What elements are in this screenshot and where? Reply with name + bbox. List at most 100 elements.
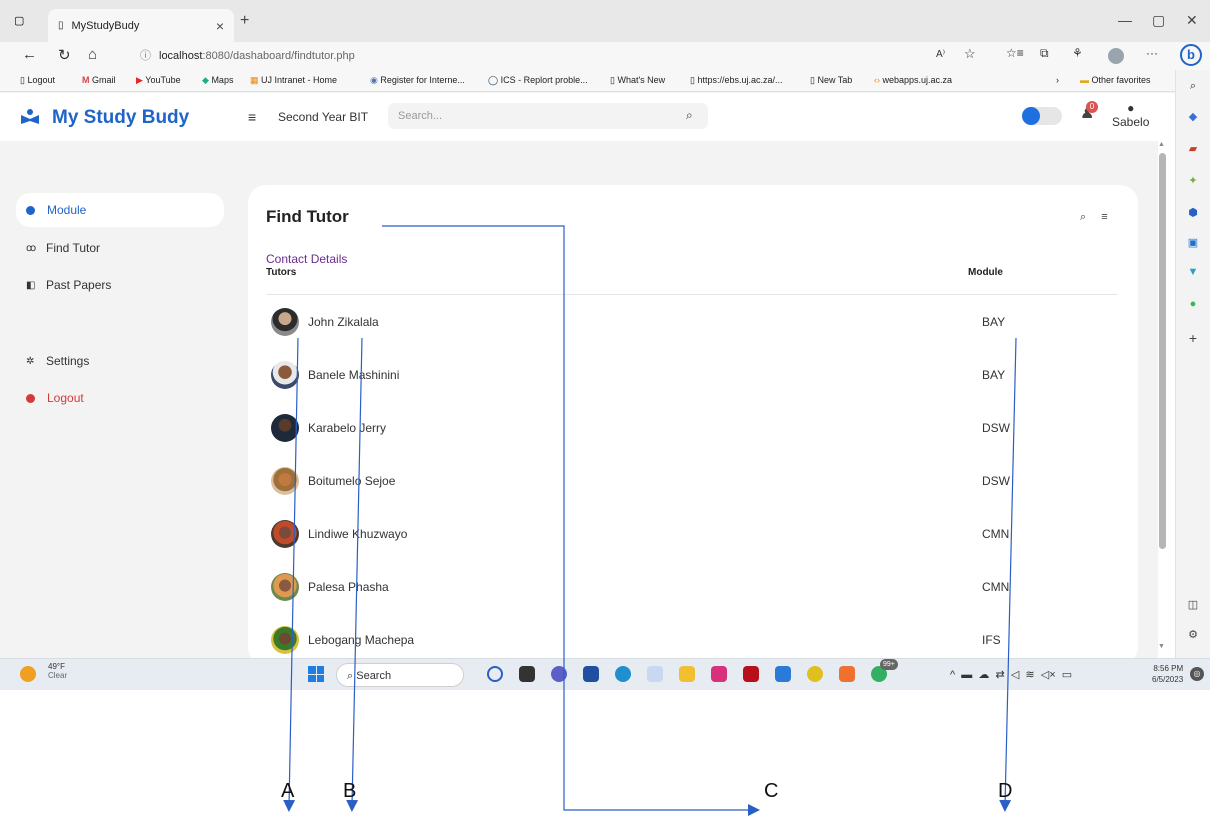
edge-icon[interactable] <box>615 666 631 682</box>
search-input[interactable] <box>388 103 708 129</box>
windows-start-icon[interactable] <box>308 666 324 682</box>
tutor-name: Lindiwe Khuzwayo <box>308 527 408 541</box>
media-icon[interactable] <box>647 666 663 682</box>
xampp-icon[interactable] <box>839 666 855 682</box>
refresh-icon[interactable]: ↻ <box>58 46 71 64</box>
bing-icon[interactable] <box>487 666 503 682</box>
url-field[interactable]: ⓘ localhost:8080/dashaboard/findtutor.php <box>130 45 975 67</box>
table-row[interactable]: Lindiwe Khuzwayo CMN <box>266 507 1118 560</box>
bookmark-label: YouTube <box>145 75 181 85</box>
sidebar-item-module[interactable]: Module <box>16 193 224 227</box>
bookmark-label: Other favorites <box>1091 75 1151 85</box>
table-row[interactable]: Banele Mashinini BAY <box>266 348 1118 401</box>
system-tray[interactable]: ^ ▬ ☁ ⇄ ◁ ≋ ◁× ▭ <box>950 668 1072 681</box>
close-window-icon[interactable]: ✕ <box>1186 12 1198 29</box>
bookmark-youtube[interactable]: ▶ YouTube <box>136 75 181 86</box>
home-icon[interactable]: ⌂ <box>88 46 97 63</box>
annotation-label-d: D <box>998 780 1013 802</box>
store-icon[interactable] <box>583 666 599 682</box>
vscode-icon[interactable] <box>775 666 791 682</box>
back-icon[interactable]: ← <box>22 46 37 63</box>
instagram-icon[interactable] <box>711 666 727 682</box>
extensions-icon[interactable]: ⚘ <box>1072 46 1083 60</box>
bookmark-other-favorites[interactable]: ▬ Other favorites <box>1080 75 1151 85</box>
table-row[interactable]: Lebogang Machepa IFS <box>266 613 1118 658</box>
browser-tab[interactable]: ▯ MyStudyBudy × <box>48 9 234 42</box>
tutor-name: Banele Mashinini <box>308 368 400 382</box>
gear-icon[interactable]: ⚙ <box>1185 628 1201 641</box>
bookmark-webapps[interactable]: ‹› webapps.uj.ac.za <box>874 75 952 85</box>
find-tutor-card: Find Tutor ⌕ ≡ Contact Details Tutors Mo… <box>248 185 1138 658</box>
tab-actions-icon[interactable]: ▢ <box>14 14 24 27</box>
notification-bell-icon[interactable]: ♟ 0 <box>1080 101 1098 123</box>
bookmark-register[interactable]: ◉ Register for Interne... <box>370 75 465 86</box>
user-menu[interactable]: ● Sabelo <box>1112 101 1149 129</box>
read-aloud-icon[interactable]: A⁾ <box>936 49 945 60</box>
netflix-icon[interactable] <box>743 666 759 682</box>
sidebar-item-find-tutor[interactable]: ꝏ Find Tutor <box>16 231 224 265</box>
taskbar-search[interactable]: ⌕ Search <box>336 663 464 687</box>
search-icon[interactable]: ⌕ <box>1080 211 1086 223</box>
scroll-down-icon[interactable]: ▼ <box>1158 643 1165 650</box>
bookmark-maps[interactable]: ◆ Maps <box>202 75 233 86</box>
bookmark-label: What's New <box>617 75 666 85</box>
table-row[interactable]: John Zikalala BAY <box>266 295 1118 348</box>
filter-icon[interactable]: ≡ <box>1101 211 1107 223</box>
avatar <box>271 520 299 548</box>
shopping-icon[interactable]: ▰ <box>1185 142 1201 155</box>
designer-icon[interactable]: ▼ <box>1185 266 1201 278</box>
file-explorer-icon[interactable] <box>679 666 695 682</box>
url-path: :8080/dashaboard/findtutor.php <box>202 50 355 62</box>
globe-icon: ◉ <box>370 75 378 85</box>
bookmark-ebs[interactable]: ▯ https://ebs.uj.ac.za/... <box>690 75 783 86</box>
notification-center-icon[interactable]: ◎ <box>1190 667 1204 681</box>
table-row[interactable]: Karabelo Jerry DSW <box>266 401 1118 454</box>
sidebar-item-past-papers[interactable]: ◧ Past Papers <box>16 268 224 302</box>
teams-chat-icon[interactable] <box>551 666 567 682</box>
more-icon[interactable]: ··· <box>1146 46 1158 60</box>
menu-hamburger-icon[interactable]: ≡ <box>248 109 256 125</box>
bookmark-gmail[interactable]: M Gmail <box>82 75 116 85</box>
theme-toggle[interactable] <box>1022 107 1062 125</box>
sidebar: Module ꝏ Find Tutor ◧ Past Papers ✲ Setting… <box>0 141 228 658</box>
taskbar-clock[interactable]: 8:56 PM 6/5/2023 <box>1152 663 1183 685</box>
scroll-up-icon[interactable]: ▲ <box>1158 141 1165 148</box>
new-tab-button[interactable]: + <box>240 12 249 30</box>
office-icon[interactable]: ⬢ <box>1185 206 1201 219</box>
module-icon <box>26 205 35 215</box>
bing-copilot-icon[interactable]: b <box>1180 44 1202 66</box>
gear-icon: ✲ <box>26 355 35 367</box>
bookmark-ics[interactable]: ◯ ICS - Replort proble... <box>488 75 588 86</box>
task-view-icon[interactable] <box>519 666 535 682</box>
page-scrollbar[interactable]: ▲ ▼ <box>1156 141 1170 653</box>
favorites-icon[interactable]: ☆≡ <box>1006 46 1024 60</box>
bookmark-uj-intranet[interactable]: ▦ UJ Intranet - Home <box>250 75 337 86</box>
info-icon: ⓘ <box>140 50 151 62</box>
search-icon[interactable]: ⌕ <box>686 108 693 123</box>
search-icon[interactable]: ⌕ <box>1185 80 1201 92</box>
sidebar-item-logout[interactable]: Logout <box>16 381 224 415</box>
add-icon[interactable]: + <box>1185 330 1201 346</box>
table-row[interactable]: Boitumelo Sejoe DSW <box>266 454 1118 507</box>
tools-icon[interactable]: ✦ <box>1185 174 1201 187</box>
sidebar-item-settings[interactable]: ✲ Settings <box>16 344 224 378</box>
weather-widget[interactable]: 49°F Clear <box>20 662 67 682</box>
bookmark-new-tab[interactable]: ▯ New Tab <box>810 75 852 86</box>
collections-icon[interactable]: ⧉ <box>1040 46 1049 61</box>
outlook-icon[interactable]: ▣ <box>1185 236 1201 249</box>
scroll-thumb[interactable] <box>1159 153 1166 549</box>
chrome-icon[interactable] <box>807 666 823 682</box>
tab-close-icon[interactable]: × <box>216 18 224 34</box>
table-row[interactable]: Palesa Phasha CMN <box>266 560 1118 613</box>
tag-icon[interactable]: ◆ <box>1185 110 1201 123</box>
sidebar-toggle-icon[interactable]: ◫ <box>1185 598 1201 611</box>
favorite-star-icon[interactable]: ☆ <box>964 46 976 62</box>
brand[interactable]: My Study Budy <box>20 107 189 129</box>
profile-avatar[interactable] <box>1108 48 1124 64</box>
bookmarks-overflow-icon[interactable]: › <box>1056 75 1059 85</box>
bookmark-logout[interactable]: ▯ Logout <box>20 75 55 86</box>
bookmark-whats-new[interactable]: ▯ What's New <box>610 75 665 86</box>
maximize-icon[interactable]: ▢ <box>1152 12 1165 29</box>
minimize-icon[interactable]: — <box>1118 12 1132 28</box>
games-icon[interactable]: ● <box>1185 298 1201 310</box>
